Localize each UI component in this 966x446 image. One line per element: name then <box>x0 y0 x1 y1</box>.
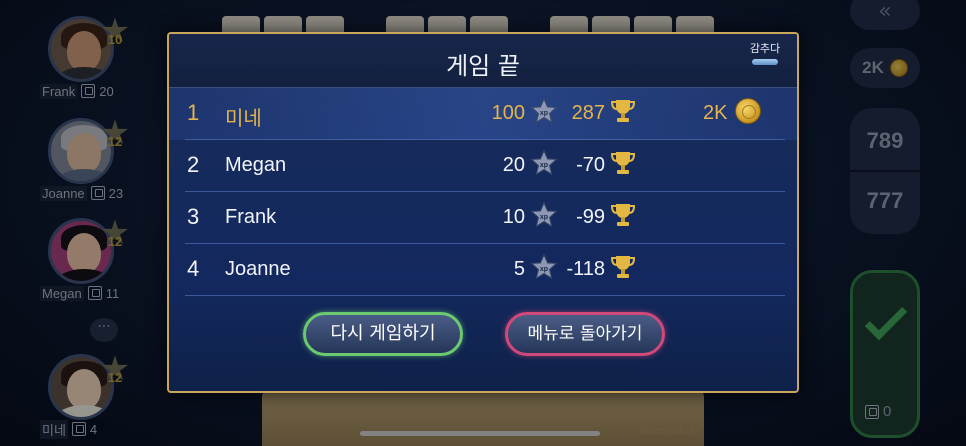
rank: 2 <box>187 152 200 177</box>
player-name: 미네 <box>225 108 262 130</box>
back-to-menu-button[interactable]: 메뉴로 돌아가기 <box>505 312 665 356</box>
play-again-button[interactable]: 다시 게임하기 <box>303 312 463 356</box>
xp-value: 100 <box>491 102 525 124</box>
rank: 3 <box>187 204 200 229</box>
coin-icon <box>735 98 761 124</box>
xp-value: 5 <box>513 258 525 280</box>
xp-star-icon: xp <box>531 254 557 280</box>
xp-value: 10 <box>502 206 525 228</box>
xp-value: 20 <box>502 154 525 176</box>
trophy-value: -99 <box>576 206 605 228</box>
rank: 4 <box>187 256 200 281</box>
svg-text:xp: xp <box>540 214 548 221</box>
result-row: 4 Joanne 5 xp -118 <box>169 244 797 296</box>
hide-toggle-icon <box>752 59 778 65</box>
result-row: 2 Megan 20 xp -70 <box>169 140 797 192</box>
svg-text:xp: xp <box>540 162 548 169</box>
hide-label: 감추다 <box>749 42 781 55</box>
game-over-dialog: 게임 끝 감추다 1 미네 100 xp 287 2K 2 Megan 20 x… <box>167 32 799 393</box>
rank: 1 <box>187 100 200 125</box>
xp-star-icon: xp <box>531 202 557 228</box>
svg-text:xp: xp <box>540 266 548 273</box>
trophy-value: 287 <box>571 102 605 124</box>
trophy-icon <box>611 100 635 122</box>
hide-button[interactable]: 감추다 <box>745 40 785 65</box>
player-name: Megan <box>225 154 287 176</box>
trophy-icon <box>611 152 635 174</box>
dialog-header: 게임 끝 감추다 <box>169 34 797 88</box>
coins-won: 2K <box>703 102 728 124</box>
dialog-title: 게임 끝 <box>446 52 520 80</box>
trophy-value: -118 <box>566 258 605 280</box>
trophy-icon <box>611 256 635 278</box>
result-row: 1 미네 100 xp 287 2K <box>169 88 797 140</box>
xp-star-icon: xp <box>531 150 557 176</box>
result-row: 3 Frank 10 xp -99 <box>169 192 797 244</box>
trophy-value: -70 <box>576 154 605 176</box>
xp-star-icon: xp <box>531 98 557 124</box>
svg-text:xp: xp <box>540 110 548 117</box>
trophy-icon <box>611 204 635 226</box>
player-name: Frank <box>225 206 277 228</box>
player-name: Joanne <box>225 258 291 280</box>
